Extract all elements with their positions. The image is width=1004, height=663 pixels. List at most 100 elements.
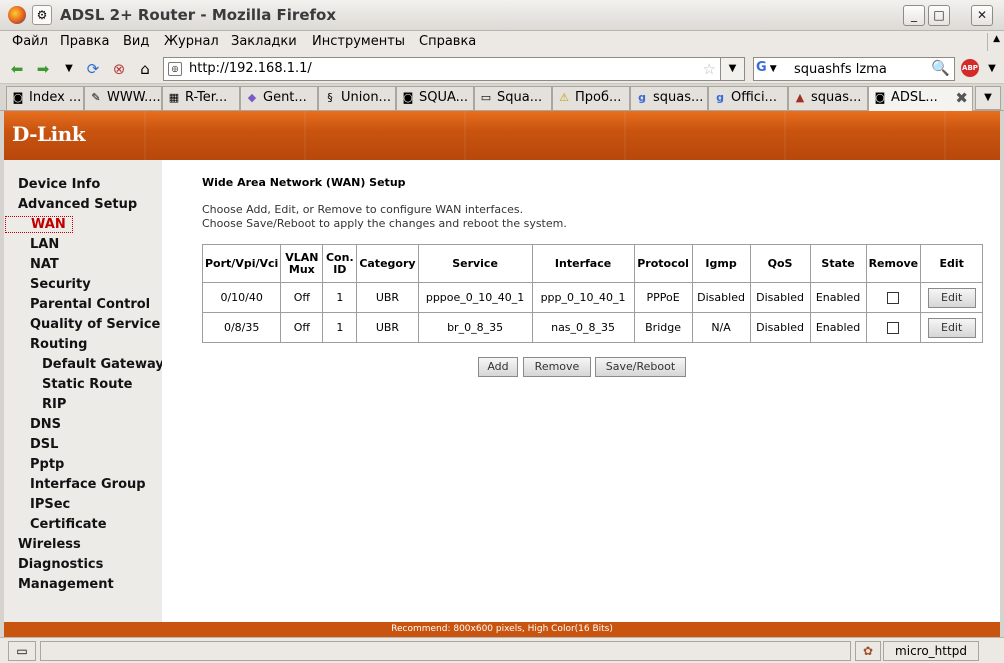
dlink-banner: D-Link <box>4 111 1000 160</box>
cell-remove <box>865 282 922 313</box>
menu-file[interactable]: Файл <box>12 34 48 49</box>
history-dropdown-icon[interactable]: ▼ <box>60 60 78 78</box>
tab-gentoo[interactable]: ◆ Gent... <box>240 86 318 110</box>
tab-squashfs-1[interactable]: ◙ SQUA... <box>396 86 474 110</box>
cell-protocol: Bridge <box>633 312 693 343</box>
menu-help[interactable]: Справка <box>419 34 476 49</box>
cell-service: br_0_8_35 <box>417 312 533 343</box>
nav-default-gateway[interactable]: Default Gateway <box>42 357 164 372</box>
col-interface: Interface <box>531 244 635 283</box>
col-con-id: Con. ID <box>322 244 358 283</box>
remove-button[interactable]: Remove <box>523 357 591 377</box>
window-icon: ▭ <box>480 91 492 104</box>
nav-pptp[interactable]: Pptp <box>30 457 64 472</box>
nav-dns[interactable]: DNS <box>30 417 61 432</box>
nav-advanced-setup[interactable]: Advanced Setup <box>18 197 137 212</box>
close-tab-icon[interactable]: ✖ <box>955 89 968 107</box>
search-icon[interactable]: 🔍 <box>931 59 950 77</box>
remove-checkbox[interactable] <box>887 292 900 304</box>
edit-button[interactable]: Edit <box>927 317 976 338</box>
adblock-icon[interactable]: ABP <box>961 59 979 77</box>
search-input[interactable] <box>794 60 932 78</box>
close-button[interactable]: ✕ <box>971 5 993 26</box>
adblock-dropdown-icon[interactable]: ▼ <box>983 60 1001 78</box>
col-service: Service <box>417 244 533 283</box>
bookmark-star-icon[interactable]: ☆ <box>703 60 716 78</box>
menu-view[interactable]: Вид <box>123 34 149 49</box>
nav-ipsec[interactable]: IPSec <box>30 497 70 512</box>
wan-description-1: Choose Add, Edit, or Remove to configure… <box>202 203 524 216</box>
tab-squashfs-3[interactable]: ▲ squas... <box>788 86 868 110</box>
col-qos: QoS <box>749 244 811 283</box>
tab-www[interactable]: ✎ WWW.... <box>84 86 162 110</box>
tab-bar: ◙ Index ... ✎ WWW.... ▦ R-Ter... ◆ Gent... §… <box>0 84 1004 111</box>
url-dropdown-icon[interactable]: ▼ <box>720 58 744 80</box>
cell-state: Enabled <box>809 312 867 343</box>
tab-adsl-router[interactable]: ◙ ADSL... ✖ <box>868 86 973 111</box>
search-bar[interactable]: G ▼ 🔍 <box>753 57 955 81</box>
nav-rip[interactable]: RIP <box>42 397 66 412</box>
minimize-button[interactable]: _ <box>903 5 925 26</box>
cell-interface: ppp_0_10_40_1 <box>531 282 635 313</box>
tab-squashfs-2[interactable]: ▭ Squa... <box>474 86 552 110</box>
cell-port: 0/10/40 <box>201 282 282 313</box>
tab-union[interactable]: § Union... <box>318 86 396 110</box>
url-bar[interactable]: ◎ http://192.168.1.1/ ☆ ▼ <box>163 57 745 81</box>
mountain-icon: ▲ <box>795 91 805 104</box>
nav-diagnostics[interactable]: Diagnostics <box>18 557 103 572</box>
menu-bookmarks[interactable]: Закладки <box>231 34 297 49</box>
navigation-toolbar: ⬅ ➡ ▼ ⟳ ⊗ ⌂ ◎ http://192.168.1.1/ ☆ ▼ G … <box>0 53 1004 84</box>
nav-device-info[interactable]: Device Info <box>18 177 100 192</box>
edit-button[interactable]: Edit <box>927 287 976 308</box>
url-text[interactable]: http://192.168.1.1/ <box>189 61 312 76</box>
tab-official[interactable]: g Offici... <box>708 86 788 110</box>
status-server-name: micro_httpd <box>883 641 979 661</box>
tab-google-squashfs[interactable]: g squas... <box>630 86 708 110</box>
status-console-icon[interactable]: ▭ <box>8 641 36 661</box>
nav-security[interactable]: Security <box>30 277 91 292</box>
warning-icon: ⚠ <box>559 91 569 104</box>
col-state: State <box>809 244 867 283</box>
menu-tools[interactable]: Инструменты <box>312 34 405 49</box>
col-vlan-mux: VLAN Mux <box>280 244 324 283</box>
remove-checkbox[interactable] <box>887 322 900 334</box>
scroll-up-icon[interactable]: ▲ <box>993 34 1000 44</box>
nav-dsl[interactable]: DSL <box>30 437 58 452</box>
menu-edit[interactable]: Правка <box>60 34 109 49</box>
nav-routing[interactable]: Routing <box>30 337 87 352</box>
cell-interface: nas_0_8_35 <box>531 312 635 343</box>
wan-interfaces-table: Port/Vpi/Vci VLAN Mux Con. ID Category S… <box>201 244 984 343</box>
gentoo-icon: ◆ <box>247 91 257 104</box>
status-message-area <box>40 641 851 661</box>
stop-icon[interactable]: ⊗ <box>110 60 128 78</box>
tab-index[interactable]: ◙ Index ... <box>6 86 84 110</box>
nav-parental-control[interactable]: Parental Control <box>30 297 150 312</box>
nav-certificate[interactable]: Certificate <box>30 517 107 532</box>
tab-list-button[interactable]: ▼ <box>975 86 1001 110</box>
nav-wireless[interactable]: Wireless <box>18 537 81 552</box>
nav-management[interactable]: Management <box>18 577 114 592</box>
nav-quality-of-service[interactable]: Quality of Service <box>30 317 160 332</box>
menu-history[interactable]: Журнал <box>164 34 219 49</box>
nav-wan[interactable]: WAN <box>5 216 73 233</box>
reload-icon[interactable]: ⟳ <box>84 60 102 78</box>
nav-interface-group[interactable]: Interface Group <box>30 477 146 492</box>
tab-r-ter[interactable]: ▦ R-Ter... <box>162 86 240 110</box>
home-icon[interactable]: ⌂ <box>136 60 154 78</box>
nav-lan[interactable]: LAN <box>30 237 59 252</box>
maximize-button[interactable]: □ <box>928 5 950 26</box>
search-engine-icon[interactable]: G ▼ <box>756 60 790 78</box>
forward-icon[interactable]: ➡ <box>34 60 52 78</box>
back-icon[interactable]: ⬅ <box>8 60 26 78</box>
window-menu-button[interactable]: ⚙ <box>32 5 52 25</box>
nav-static-route[interactable]: Static Route <box>42 377 132 392</box>
cell-port: 0/8/35 <box>201 312 282 343</box>
grid-icon: ▦ <box>168 91 180 104</box>
add-button[interactable]: Add <box>478 357 518 377</box>
col-remove: Remove <box>865 244 922 283</box>
status-addon-icon[interactable]: ✿ <box>855 641 881 661</box>
site-identity-icon[interactable]: ◎ <box>168 62 182 76</box>
save-reboot-button[interactable]: Save/Reboot <box>595 357 686 377</box>
nav-nat[interactable]: NAT <box>30 257 59 272</box>
tab-problem[interactable]: ⚠ Проб... <box>552 86 630 110</box>
